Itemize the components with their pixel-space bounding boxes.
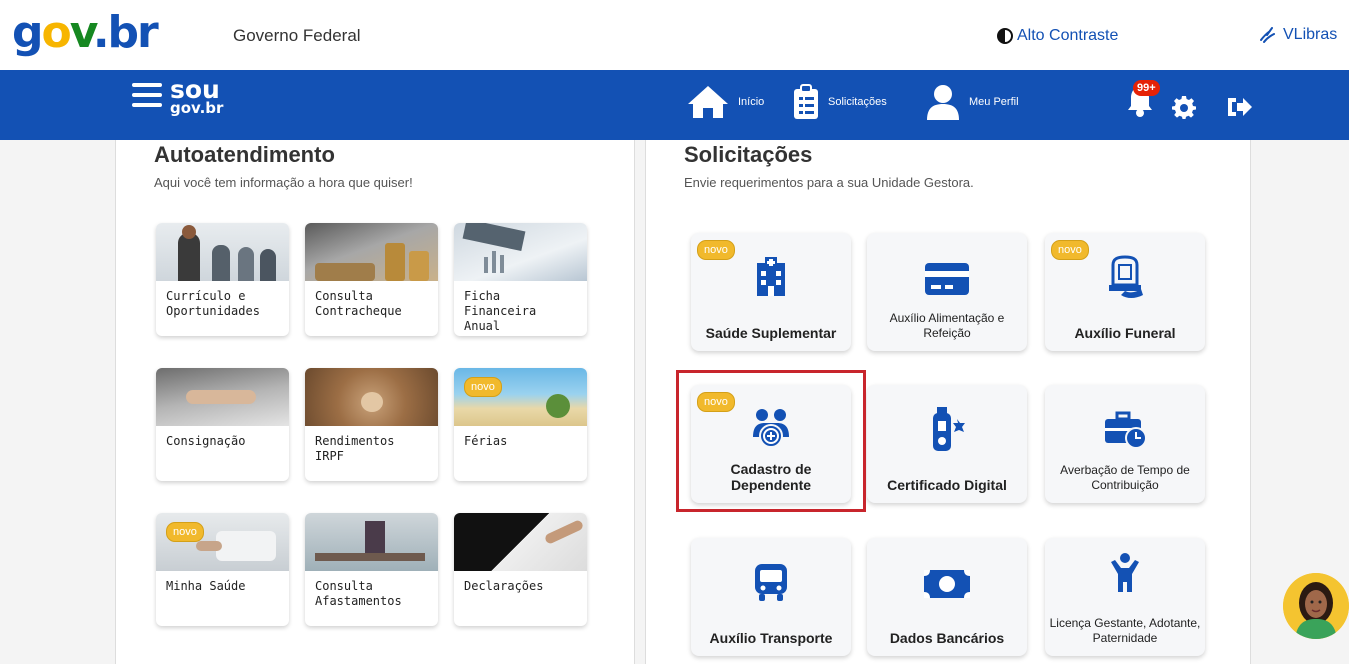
office-photo xyxy=(305,513,438,571)
request-auxilio-funeral[interactable]: novo Auxílio Funeral xyxy=(1045,233,1205,351)
home-icon xyxy=(688,86,728,118)
card-label: Rendimentos IRPF xyxy=(315,434,395,463)
self-service-title: Autoatendimento xyxy=(154,142,335,167)
high-contrast-button[interactable]: Alto Contraste xyxy=(997,27,1118,45)
coins-photo xyxy=(305,223,438,281)
funeral-icon xyxy=(1109,255,1143,298)
logout-icon[interactable] xyxy=(1227,95,1253,119)
request-label: Auxílio Alimentação e Refeição xyxy=(889,311,1005,340)
chart-calculator-photo xyxy=(454,223,587,281)
child-icon xyxy=(1111,553,1139,592)
card-label: Consulta Afastamentos xyxy=(315,579,402,608)
card-label: Férias xyxy=(464,434,508,448)
lion-photo xyxy=(305,368,438,426)
card-icon xyxy=(925,263,969,295)
card-label: Consulta Contracheque xyxy=(315,289,402,318)
clipboard-icon xyxy=(794,84,818,119)
request-label: Auxílio Funeral xyxy=(1074,325,1176,341)
request-label: Auxílio Transporte xyxy=(709,630,833,646)
request-certificado-digital[interactable]: Certificado Digital xyxy=(867,385,1027,503)
request-saude-suplementar[interactable]: novo Saúde Suplementar xyxy=(691,233,851,351)
main-navbar: sou gov.br Início Solicitações Meu Perfi… xyxy=(0,70,1349,140)
card-declaracoes[interactable]: Declarações xyxy=(454,513,587,626)
certificate-icon xyxy=(933,407,965,451)
request-label: Dados Bancários xyxy=(889,630,1005,646)
card-label: Ficha Financeira Anual xyxy=(464,289,537,333)
hand-sign-icon xyxy=(1260,27,1275,43)
handshake-photo xyxy=(156,368,289,426)
card-consignacao[interactable]: Consignação xyxy=(156,368,289,481)
request-label: Saúde Suplementar xyxy=(705,325,837,341)
menu-icon[interactable] xyxy=(132,83,162,109)
gear-icon[interactable] xyxy=(1172,95,1196,119)
people-photo xyxy=(156,223,289,281)
bus-icon xyxy=(755,564,787,601)
assistant-avatar[interactable] xyxy=(1283,573,1349,639)
card-label: Minha Saúde xyxy=(166,579,246,593)
contrast-icon xyxy=(997,28,1013,44)
self-service-subtitle: Aqui você tem informação a hora que quis… xyxy=(154,175,413,190)
request-label: Certificado Digital xyxy=(887,477,1007,493)
requests-subtitle: Envie requerimentos para a sua Unidade G… xyxy=(684,175,974,190)
money-icon xyxy=(924,570,970,598)
card-label: Declarações xyxy=(464,579,544,593)
hospital-icon xyxy=(757,257,785,296)
nav-requests[interactable]: Solicitações xyxy=(792,84,887,120)
briefcase-clock-icon xyxy=(1105,411,1147,449)
request-averbacao-tempo[interactable]: Averbação de Tempo de Contribuição xyxy=(1045,385,1205,503)
highlight-box xyxy=(676,370,866,512)
assistant-avatar-icon xyxy=(1283,573,1349,639)
nav-home[interactable]: Início xyxy=(686,84,764,120)
request-dados-bancarios[interactable]: Dados Bancários xyxy=(867,538,1027,656)
request-auxilio-alimentacao[interactable]: Auxílio Alimentação e Refeição xyxy=(867,233,1027,351)
card-contracheque[interactable]: Consulta Contracheque xyxy=(305,223,438,336)
request-label: Averbação de Tempo de Contribuição xyxy=(1060,463,1190,492)
new-badge: novo xyxy=(166,522,204,542)
card-consulta-afastamentos[interactable]: Consulta Afastamentos xyxy=(305,513,438,626)
nav-profile[interactable]: Meu Perfil xyxy=(925,84,1019,120)
card-minha-saude[interactable]: novo Minha Saúde xyxy=(156,513,289,626)
card-label: Currículo e Oportunidades xyxy=(166,289,260,318)
request-licenca-gestante[interactable]: Licença Gestante, Adotante, Paternidade xyxy=(1045,538,1205,656)
government-label[interactable]: Governo Federal xyxy=(233,26,361,46)
card-label: Consignação xyxy=(166,434,246,448)
request-auxilio-transporte[interactable]: Auxílio Transporte xyxy=(691,538,851,656)
vlibras-button[interactable]: VLibras xyxy=(1258,26,1337,44)
card-curriculo[interactable]: Currículo e Oportunidades xyxy=(156,223,289,336)
govbr-logo[interactable]: gov.br xyxy=(12,8,159,58)
user-icon xyxy=(927,85,959,120)
card-rendimentos-irpf[interactable]: Rendimentos IRPF xyxy=(305,368,438,481)
card-ferias[interactable]: novo Férias xyxy=(454,368,587,481)
requests-title: Solicitações xyxy=(684,142,813,167)
notification-count-badge: 99+ xyxy=(1133,80,1160,96)
gov-header: gov.br Governo Federal Alto Contraste VL… xyxy=(0,0,1349,70)
signing-photo xyxy=(454,513,587,571)
new-badge: novo xyxy=(464,377,502,397)
request-label: Licença Gestante, Adotante, Paternidade xyxy=(1049,616,1201,645)
card-ficha-financeira[interactable]: Ficha Financeira Anual xyxy=(454,223,587,336)
sou-govbr-brand[interactable]: sou gov.br xyxy=(170,77,223,118)
